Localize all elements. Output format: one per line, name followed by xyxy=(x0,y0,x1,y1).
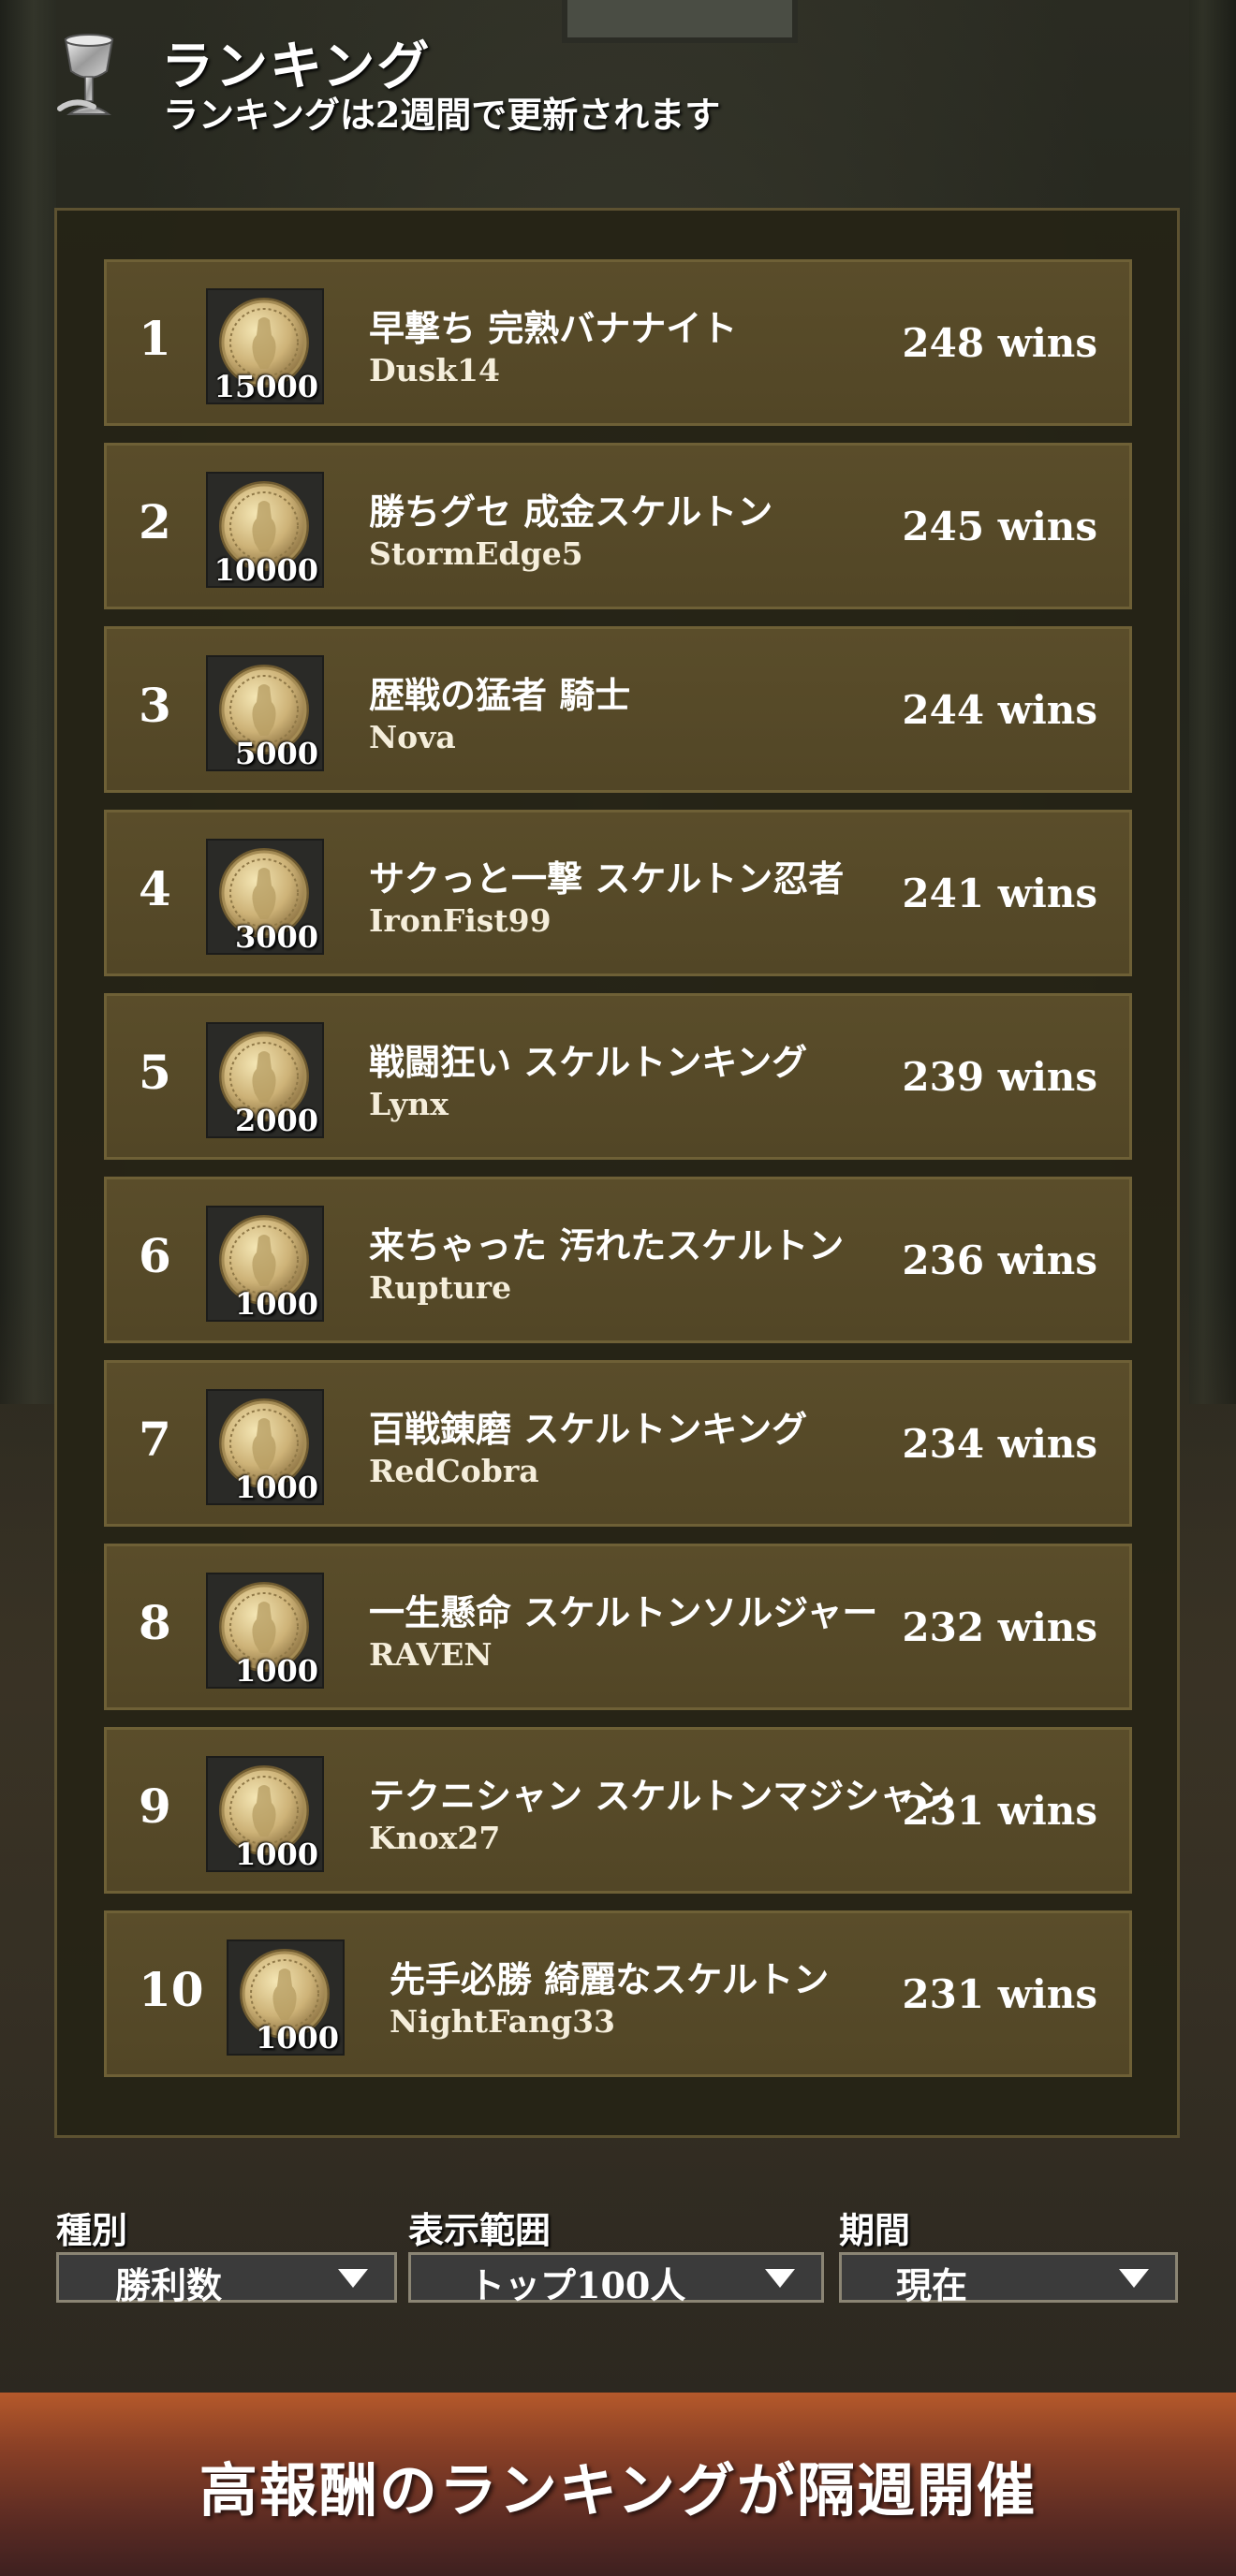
reward-amount: 1000 xyxy=(234,1286,318,1322)
player-title: 歴戦の猛者 騎士 xyxy=(369,674,631,716)
ranking-row-2[interactable]: 2 10000 勝ちグセ 成金スケルトン StormEdge5 245 wins xyxy=(104,443,1132,609)
reward-badge: 3000 xyxy=(206,839,324,955)
player-title: 百戦錬磨 スケルトンキング xyxy=(369,1408,808,1450)
player-title: 早撃ち 完熟バナナイト xyxy=(369,307,738,349)
player-wins: 244 wins xyxy=(902,687,1097,733)
dropdown-arrow-icon xyxy=(1119,2269,1149,2288)
filter-period-value: 現在 xyxy=(896,2264,968,2306)
promo-banner: 高報酬のランキングが隔週開催 xyxy=(0,2393,1236,2576)
filter-range: 表示範囲 トップ100人 xyxy=(408,2202,824,2306)
player-title: テクニシャン スケルトンマジシャン xyxy=(369,1775,951,1817)
rank-number: 6 xyxy=(139,1228,171,1283)
background-pillar-left xyxy=(0,0,56,1404)
trophy-icon xyxy=(57,34,114,115)
reward-amount: 3000 xyxy=(234,919,318,955)
reward-amount: 10000 xyxy=(213,552,318,588)
filter-range-value: トップ100人 xyxy=(469,2264,686,2306)
player-wins: 236 wins xyxy=(902,1237,1097,1283)
player-name: Rupture xyxy=(369,1269,512,1306)
rank-number: 3 xyxy=(139,678,171,733)
player-wins: 231 wins xyxy=(902,1788,1097,1834)
dropdown-arrow-icon xyxy=(765,2269,795,2288)
filter-period-select[interactable]: 現在 xyxy=(839,2252,1178,2306)
player-name: Lynx xyxy=(369,1086,449,1122)
player-name: RAVEN xyxy=(369,1636,493,1673)
player-wins: 241 wins xyxy=(902,871,1097,916)
reward-amount: 2000 xyxy=(234,1103,318,1138)
rank-number: 4 xyxy=(139,861,171,916)
player-name: Knox27 xyxy=(369,1820,501,1856)
player-wins: 232 wins xyxy=(902,1604,1097,1650)
ranking-row-7[interactable]: 7 1000 百戦錬磨 スケルトンキング RedCobra 234 wins xyxy=(104,1360,1132,1527)
player-title: サクっと一撃 スケルトン忍者 xyxy=(369,857,845,900)
ranking-row-9[interactable]: 9 1000 テクニシャン スケルトンマジシャン Knox27 231 wins xyxy=(104,1727,1132,1894)
reward-amount: 1000 xyxy=(255,2020,339,2056)
filter-type: 種別 勝利数 xyxy=(56,2202,397,2306)
player-title: 来ちゃった 汚れたスケルトン xyxy=(369,1224,845,1266)
player-wins: 234 wins xyxy=(902,1421,1097,1467)
reward-badge: 1000 xyxy=(206,1756,324,1872)
reward-badge: 1000 xyxy=(206,1389,324,1505)
filter-type-select[interactable]: 勝利数 xyxy=(56,2252,397,2306)
filter-period-label: 期間 xyxy=(839,2209,911,2251)
player-name: RedCobra xyxy=(369,1453,539,1489)
ranking-row-8[interactable]: 8 1000 一生懸命 スケルトンソルジャー RAVEN 232 wins xyxy=(104,1544,1132,1710)
rank-number: 5 xyxy=(139,1045,171,1100)
rank-number: 8 xyxy=(139,1595,171,1650)
ranking-row-6[interactable]: 6 1000 来ちゃった 汚れたスケルトン Rupture 236 wins xyxy=(104,1177,1132,1343)
background-pillar-right xyxy=(1189,0,1236,1404)
rank-number: 1 xyxy=(139,311,171,366)
ranking-panel: 1 15000 早撃ち 完熟バナナイト Dusk14 248 wins 2 10… xyxy=(54,208,1180,2138)
player-title: 戦闘狂い スケルトンキング xyxy=(369,1041,808,1083)
rank-number: 7 xyxy=(139,1412,171,1467)
ranking-row-10[interactable]: 10 1000 先手必勝 綺麗なスケルトン NightFang33 231 wi… xyxy=(104,1910,1132,2077)
ranking-row-5[interactable]: 5 2000 戦闘狂い スケルトンキング Lynx 239 wins xyxy=(104,993,1132,1160)
rank-number: 9 xyxy=(139,1778,171,1834)
player-name: Nova xyxy=(369,719,456,755)
player-title: 勝ちグセ 成金スケルトン xyxy=(369,490,773,533)
promo-banner-text: 高報酬のランキングが隔週開催 xyxy=(199,2456,1037,2525)
filter-type-label: 種別 xyxy=(56,2209,128,2251)
reward-badge: 10000 xyxy=(206,472,324,588)
filter-range-label: 表示範囲 xyxy=(408,2209,552,2251)
player-name: NightFang33 xyxy=(390,2003,616,2040)
player-name: IronFist99 xyxy=(369,902,552,939)
player-name: Dusk14 xyxy=(369,352,500,388)
filter-type-value: 勝利数 xyxy=(115,2264,223,2306)
page-subtitle: ランキングは2週間で更新されます xyxy=(163,94,721,136)
reward-amount: 1000 xyxy=(234,1653,318,1689)
dropdown-arrow-icon xyxy=(338,2269,368,2288)
player-wins: 245 wins xyxy=(902,504,1097,549)
player-wins: 239 wins xyxy=(902,1054,1097,1100)
rank-number: 2 xyxy=(139,494,171,549)
reward-badge: 1000 xyxy=(227,1939,345,2056)
rank-number: 10 xyxy=(139,1962,204,2017)
player-wins: 248 wins xyxy=(902,320,1097,366)
player-name: StormEdge5 xyxy=(369,535,583,572)
reward-badge: 15000 xyxy=(206,288,324,404)
ranking-list: 1 15000 早撃ち 完熟バナナイト Dusk14 248 wins 2 10… xyxy=(104,259,1132,2094)
page-header: ランキング ランキングは2週間で更新されます xyxy=(37,21,1199,136)
reward-badge: 1000 xyxy=(206,1573,324,1689)
player-title: 先手必勝 綺麗なスケルトン xyxy=(390,1958,830,2000)
reward-amount: 5000 xyxy=(234,736,318,771)
reward-badge: 2000 xyxy=(206,1022,324,1138)
filter-period: 期間 現在 xyxy=(839,2202,1178,2306)
reward-amount: 1000 xyxy=(234,1470,318,1505)
filter-range-select[interactable]: トップ100人 xyxy=(408,2252,824,2306)
reward-badge: 5000 xyxy=(206,655,324,771)
ranking-row-3[interactable]: 3 5000 歴戦の猛者 騎士 Nova 244 wins xyxy=(104,626,1132,793)
ranking-row-4[interactable]: 4 3000 サクっと一撃 スケルトン忍者 IronFist99 241 win… xyxy=(104,810,1132,976)
reward-amount: 1000 xyxy=(234,1837,318,1872)
player-wins: 231 wins xyxy=(902,1971,1097,2017)
reward-amount: 15000 xyxy=(213,369,318,404)
ranking-row-1[interactable]: 1 15000 早撃ち 完熟バナナイト Dusk14 248 wins xyxy=(104,259,1132,426)
reward-badge: 1000 xyxy=(206,1206,324,1322)
player-title: 一生懸命 スケルトンソルジャー xyxy=(369,1591,878,1633)
